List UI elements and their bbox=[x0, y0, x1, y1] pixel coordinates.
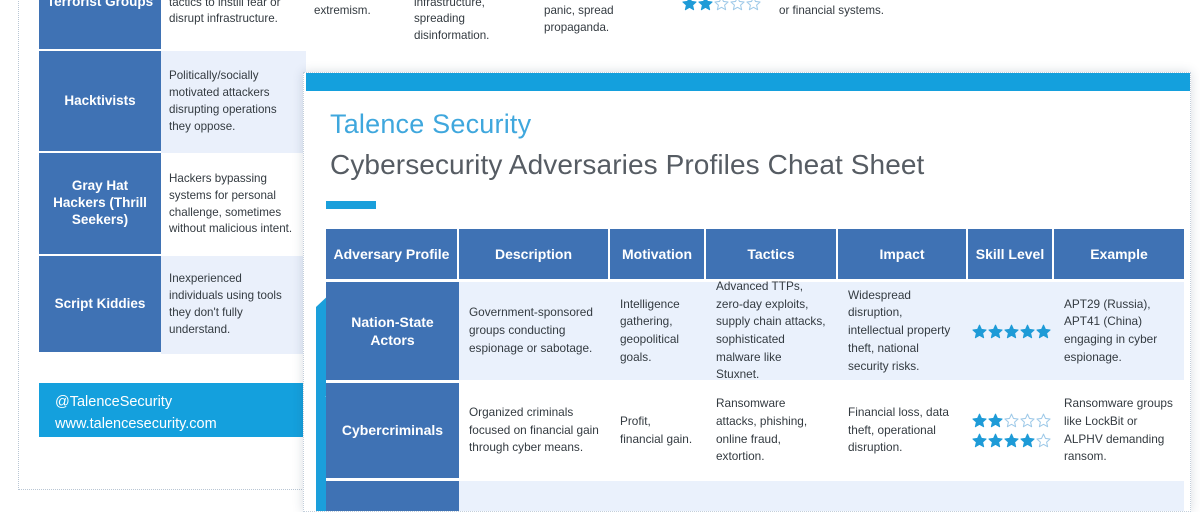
tactics-cell: Website defacement, attacks on critical … bbox=[406, 0, 536, 51]
column-header-tactics: Tactics bbox=[706, 229, 838, 279]
adversary-name-cell: Nation-State Actors bbox=[326, 282, 459, 380]
panel-top-accent-bar bbox=[306, 73, 1190, 91]
column-header-skill-level: Skill Level bbox=[968, 229, 1054, 279]
star-rating bbox=[681, 0, 761, 11]
table-row[interactable] bbox=[326, 478, 1184, 511]
tactics-cell: Ransomware attacks, phishing, online fra… bbox=[706, 383, 838, 478]
skill-level-cell bbox=[968, 282, 1054, 380]
motivation-cell: Religious/political extremism. bbox=[306, 0, 406, 51]
column-header-description: Description bbox=[459, 229, 610, 279]
adversary-name-cell: Gray Hat Hackers (Thrill Seekers) bbox=[39, 153, 161, 256]
motivation-cell bbox=[610, 481, 706, 511]
motivation-cell: Profit, financial gain. bbox=[610, 383, 706, 478]
adversary-name-cell: Terrorist Groups bbox=[39, 0, 161, 51]
description-cell bbox=[459, 481, 610, 511]
title-accent-underline bbox=[326, 201, 376, 209]
star-rating bbox=[971, 413, 1051, 428]
column-header-impact: Impact bbox=[838, 229, 968, 279]
example-cell: Targeting power grids or financial syste… bbox=[771, 0, 899, 51]
motivation-cell: Intelligence gathering, geopolitical goa… bbox=[610, 282, 706, 380]
example-cell bbox=[1054, 481, 1184, 511]
description-cell: Government-sponsored groups conducting e… bbox=[459, 282, 610, 380]
description-cell: Politically/socially motivated attackers… bbox=[161, 51, 306, 153]
adversary-name-cell: Cybercriminals bbox=[326, 383, 459, 478]
star-rating-group bbox=[971, 413, 1051, 448]
adversary-name-cell bbox=[326, 481, 459, 511]
skill-level-cell bbox=[968, 481, 1054, 511]
table-header-row: Adversary Profile Description Motivation… bbox=[326, 229, 1184, 279]
impact-cell: Potential to disrupt critical services, … bbox=[536, 0, 671, 51]
description-cell: Hackers bypassing systems for personal c… bbox=[161, 153, 306, 256]
tactics-cell bbox=[706, 481, 838, 511]
table-row[interactable]: Cybercriminals Organized criminals focus… bbox=[326, 380, 1184, 478]
page-title: Cybersecurity Adversaries Profiles Cheat… bbox=[330, 149, 925, 180]
tactics-cell: Advanced TTPs, zero-day exploits, supply… bbox=[706, 279, 838, 381]
adversary-name-cell: Hacktivists bbox=[39, 51, 161, 153]
impact-cell: Financial loss, data theft, operational … bbox=[838, 383, 968, 478]
skill-level-cell bbox=[968, 383, 1054, 478]
star-rating bbox=[971, 433, 1051, 448]
table-row[interactable]: Terrorist Groups Extremists using cyber … bbox=[39, 0, 899, 51]
star-rating bbox=[971, 324, 1051, 339]
impact-cell bbox=[838, 481, 968, 511]
table-row[interactable]: Nation-State Actors Government-sponsored… bbox=[326, 279, 1184, 381]
skill-level-cell bbox=[671, 0, 771, 51]
star-rating-group bbox=[971, 324, 1051, 339]
description-cell: Inexperienced individuals using tools th… bbox=[161, 256, 306, 354]
example-cell: Ransomware groups like LockBit or ALPHV … bbox=[1054, 383, 1184, 478]
column-header-motivation: Motivation bbox=[610, 229, 706, 279]
description-cell: Organized criminals focused on financial… bbox=[459, 383, 610, 478]
cheat-sheet-panel: Talence Security Cybersecurity Adversari… bbox=[303, 72, 1191, 512]
example-cell: APT29 (Russia), APT41 (China) engaging i… bbox=[1054, 282, 1184, 380]
brand-name: Talence Security bbox=[330, 109, 532, 139]
adversary-name-cell: Script Kiddies bbox=[39, 256, 161, 354]
impact-cell: Widespread disruption, intellectual prop… bbox=[838, 282, 968, 380]
column-header-example: Example bbox=[1054, 229, 1184, 279]
description-cell: Extremists using cyber tactics to instil… bbox=[161, 0, 306, 51]
column-header-adversary-profile: Adversary Profile bbox=[326, 229, 459, 279]
adversary-table: Adversary Profile Description Motivation… bbox=[326, 229, 1184, 511]
